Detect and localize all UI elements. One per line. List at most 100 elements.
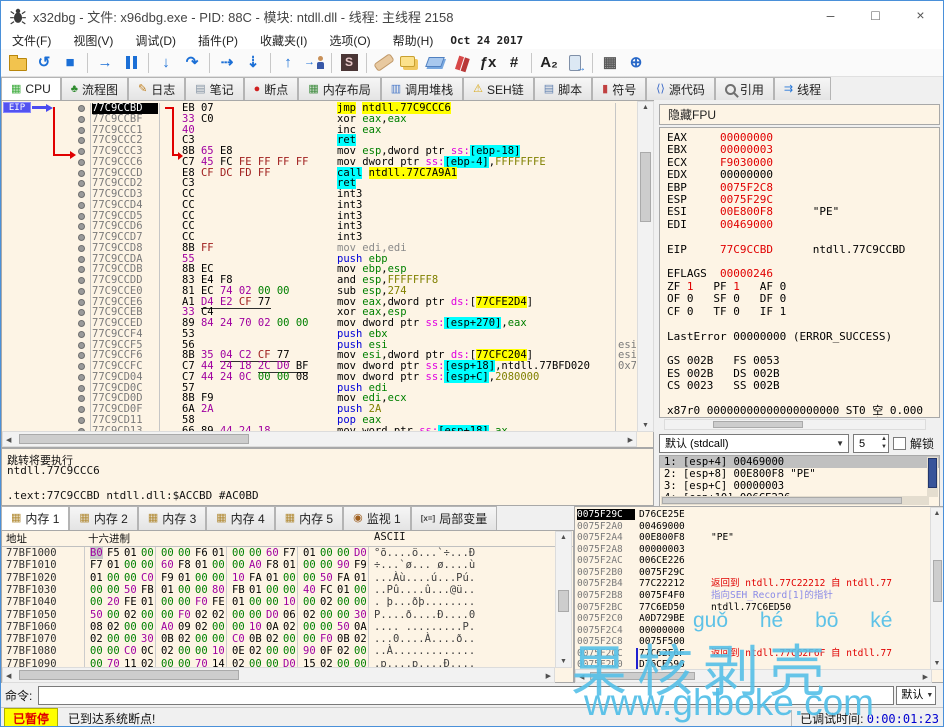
stack-row-0075F2B0[interactable]: 0075F2B00075F29C	[575, 567, 930, 578]
stack-row-0075F29C[interactable]: 0075F29CD76CE25E	[575, 509, 930, 520]
breakpoint-dot[interactable]	[78, 363, 85, 370]
bottom-tab-5[interactable]: ▦内存 5	[275, 506, 343, 530]
breakpoint-dot[interactable]	[78, 234, 85, 241]
breakpoint-dot[interactable]	[78, 342, 85, 349]
stack-row-0075F2A8[interactable]: 0075F2A800000003	[575, 544, 930, 555]
tab-线程[interactable]: ⇉线程	[774, 77, 831, 100]
encoding-icon[interactable]: A₂	[537, 51, 561, 75]
register-line-15[interactable]: CF 0 TF 0 IF 1	[667, 306, 939, 318]
breakpoint-dot[interactable]	[78, 374, 85, 381]
breakpoint-dot[interactable]	[78, 170, 85, 177]
tab-符号[interactable]: ▮符号	[592, 77, 646, 100]
bottom-tab-2[interactable]: ▦内存 2	[69, 506, 137, 530]
stack-row-0075F2C8[interactable]: 0075F2C80075F500	[575, 636, 930, 647]
breakpoint-dot[interactable]	[78, 137, 85, 144]
breakpoint-dot[interactable]	[78, 202, 85, 209]
maximize-button[interactable]: □	[853, 1, 898, 31]
menu-item-3[interactable]: 调试(D)	[124, 32, 187, 49]
trace-into-icon[interactable]: ⇢	[215, 51, 239, 75]
breakpoint-dot[interactable]	[78, 309, 85, 316]
breakpoint-dot[interactable]	[78, 417, 85, 424]
stack-row-0075F2B8[interactable]: 0075F2B80075F4F0指向SEH_Record[1]的指针	[575, 590, 930, 601]
tab-笔记[interactable]: ▤笔记	[185, 77, 243, 100]
run-to-user-code-icon[interactable]: →	[302, 51, 326, 75]
pause-icon[interactable]	[119, 51, 143, 75]
register-line-10[interactable]: EIP 77C9CCBD ntdll.77C9CCBD	[667, 244, 939, 256]
disassembly-pane[interactable]: 77C9CCBDEB 07jmp ntdll.77C9CCC677C9CCBF3…	[1, 100, 654, 448]
bottom-tab-7[interactable]: [x=]局部变量	[411, 506, 497, 530]
tab-引用[interactable]: 引用	[715, 77, 774, 100]
arguments-hscrollbar[interactable]	[661, 496, 929, 505]
hash-icon[interactable]: #	[502, 51, 526, 75]
breakpoint-dot[interactable]	[78, 385, 85, 392]
dump-row-77BF1010[interactable]: 77BF1010F701000060F8010000A0F801000090F9…	[2, 559, 554, 571]
argument-count-stepper[interactable]: 5▲▼	[853, 434, 889, 453]
dump-row-77BF1070[interactable]: 77BF1070020000300B020000C00B020000F00B02…	[2, 633, 554, 645]
tab-日志[interactable]: ✎日志	[128, 77, 185, 100]
stop-icon[interactable]: ■	[58, 51, 82, 75]
tab-脚本[interactable]: ▤脚本	[534, 77, 592, 100]
tab-seh链[interactable]: ⚠SEH链	[463, 77, 534, 100]
step-into-icon[interactable]: ↓	[154, 51, 178, 75]
phone-icon[interactable]	[563, 51, 587, 75]
menu-item-1[interactable]: 文件(F)	[1, 32, 62, 49]
breakpoint-dot[interactable]	[78, 352, 85, 359]
breakpoint-dot[interactable]	[78, 277, 85, 284]
stack-vscrollbar[interactable]: ▲ ▼	[930, 507, 944, 670]
dump-row-77BF1080[interactable]: 77BF10800000C00C020000100E020000900F0200…	[2, 645, 554, 657]
arguments-box[interactable]: 1: [esp+4] 004690002: [esp+8] 00E800F8 "…	[659, 455, 940, 507]
menu-item-4[interactable]: 插件(P)	[187, 32, 249, 49]
breakpoint-dot[interactable]	[78, 127, 85, 134]
stack-hscrollbar[interactable]: ◀ ▶	[575, 669, 932, 683]
stack-row-0075F2AC[interactable]: 0075F2AC006CE226	[575, 555, 930, 566]
registers-hscrollbar[interactable]	[664, 419, 926, 430]
tab-调用堆栈[interactable]: ▥调用堆栈	[381, 77, 463, 100]
stack-pane[interactable]: 0075F29CD76CE25E0075F2A0004690000075F2A4…	[574, 506, 944, 683]
spinner-arrows-icon[interactable]: ▲▼	[881, 435, 887, 451]
argument-row-2[interactable]: 2: [esp+8] 00E800F8 "PE"	[660, 468, 939, 480]
dump-row-77BF1030[interactable]: 77BF1030000050FB01000080FB01000040FC0100…	[2, 584, 554, 596]
tab-断点[interactable]: ●断点	[244, 77, 299, 100]
register-line-24[interactable]: x87r1 00000000000000000000 ST1 空 0.000	[667, 417, 939, 418]
bookmark-icon[interactable]	[450, 51, 474, 75]
menu-item-6[interactable]: 选项(O)	[318, 32, 381, 49]
dump-vscrollbar[interactable]: ▲ ▼	[555, 531, 572, 668]
script-s-icon[interactable]: S	[337, 51, 361, 75]
unlock-checkbox[interactable]	[893, 437, 906, 450]
run-icon[interactable]: →	[93, 51, 117, 75]
tab-cpu[interactable]: ▦CPU	[1, 77, 61, 100]
breakpoint-dot[interactable]	[78, 245, 85, 252]
breakpoint-dot[interactable]	[78, 180, 85, 187]
breakpoint-dot[interactable]	[78, 256, 85, 263]
close-button[interactable]: ×	[898, 1, 943, 31]
breakpoint-dot[interactable]	[78, 331, 85, 338]
calculator-icon[interactable]: ▦	[598, 51, 622, 75]
tab-内存布局[interactable]: ▦内存布局	[298, 77, 380, 100]
menu-item-7[interactable]: 帮助(H)	[382, 32, 445, 49]
calling-convention-select[interactable]: 默认 (stdcall)▼	[659, 434, 849, 453]
arguments-vscrollbar[interactable]	[927, 457, 938, 497]
stack-row-0075F2CC[interactable]: 0075F2CC77C62F6F返回到 ntdll.77C62F6F 自 ntd…	[575, 648, 930, 659]
step-over-icon[interactable]: ↷	[180, 51, 204, 75]
hide-fpu-button[interactable]: 隐藏FPU	[659, 104, 940, 125]
breakpoint-dot[interactable]	[78, 159, 85, 166]
command-profile-combo[interactable]: 默认▼	[896, 686, 936, 705]
tab-流程图[interactable]: ♣流程图	[61, 77, 128, 100]
breakpoint-dot[interactable]	[78, 105, 85, 112]
register-line-8[interactable]: EDI 00469000	[667, 219, 939, 231]
dump-row-77BF1040[interactable]: 77BF10400020FE010000F0FE0100001000020000…	[2, 596, 554, 608]
breakpoint-dot[interactable]	[78, 395, 85, 402]
breakpoint-dot[interactable]	[78, 148, 85, 155]
breakpoint-dot[interactable]	[78, 299, 85, 306]
dump-row-77BF1000[interactable]: 77BF1000B0F501000000F601000060F7010000D0…	[2, 547, 554, 559]
breakpoint-dot[interactable]	[78, 288, 85, 295]
menu-item-2[interactable]: 视图(V)	[62, 32, 124, 49]
menu-item-5[interactable]: 收藏夹(I)	[249, 32, 318, 49]
patch-icon[interactable]	[372, 51, 396, 75]
comment-icon[interactable]	[398, 51, 422, 75]
breakpoint-dot[interactable]	[78, 406, 85, 413]
argument-row-3[interactable]: 3: [esp+C] 00000003	[660, 480, 939, 492]
disasm-hscrollbar[interactable]: ◀ ▶	[2, 431, 637, 447]
register-line-21[interactable]: CS 0023 SS 002B	[667, 380, 939, 392]
open-file-icon[interactable]	[6, 51, 30, 75]
